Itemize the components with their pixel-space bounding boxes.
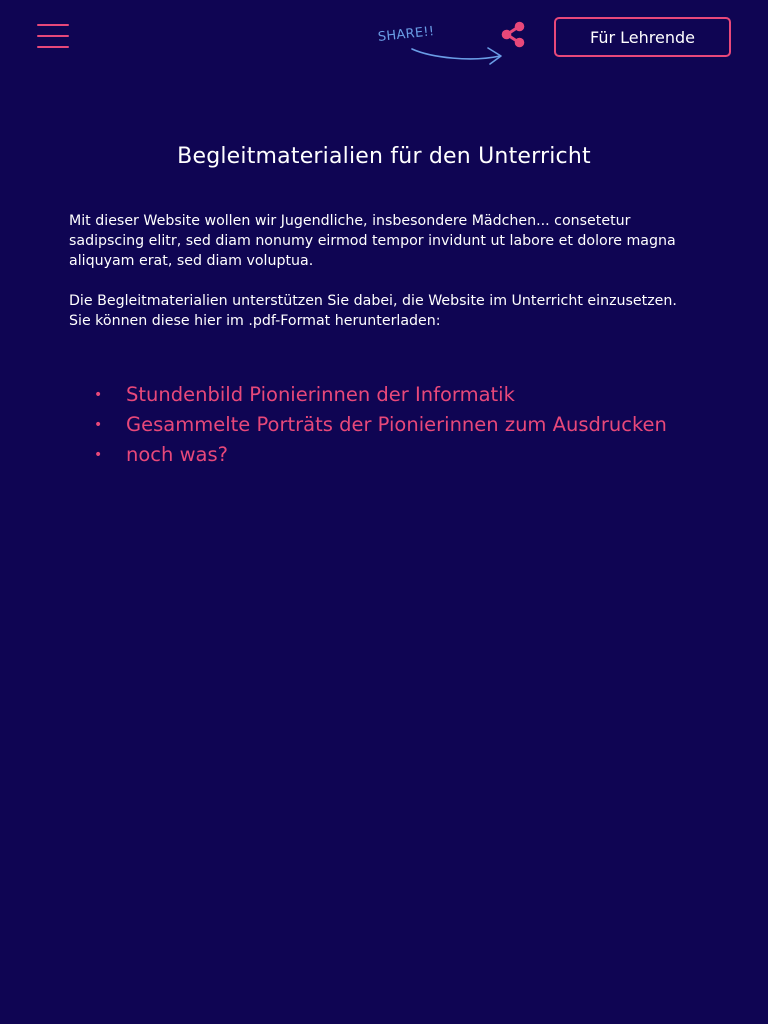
menu-bar [37, 24, 69, 26]
intro-paragraph: Mit dieser Website wollen wir Jugendlich… [69, 213, 676, 269]
info-paragraph: Die Begleitmaterialien unterstützen Sie … [69, 293, 677, 329]
download-link-portraets[interactable]: Gesammelte Porträts der Pionierinnen zum… [126, 410, 667, 440]
share-icon-graphic [501, 21, 525, 48]
download-link-stundenbild[interactable]: Stundenbild Pionierinnen der Informatik [126, 380, 515, 410]
hamburger-menu-icon[interactable] [37, 24, 69, 49]
download-link-noch-was[interactable]: noch was? [126, 440, 228, 470]
share-hint: SHARE!! [376, 24, 512, 70]
bullet-icon: • [94, 447, 103, 463]
page-title: Begleitmaterialien für den Unterricht [177, 144, 591, 169]
bullet-icon: • [94, 387, 103, 403]
bullet-icon: • [94, 417, 103, 433]
curved-arrow-icon [411, 47, 502, 65]
page: SHARE!! Für Lehrende Begleitmaterialien … [0, 0, 768, 1024]
menu-bar [37, 46, 69, 48]
teacher-button[interactable]: Für Lehrende [554, 17, 731, 57]
menu-bar [37, 35, 69, 37]
share-icon[interactable] [500, 21, 527, 48]
